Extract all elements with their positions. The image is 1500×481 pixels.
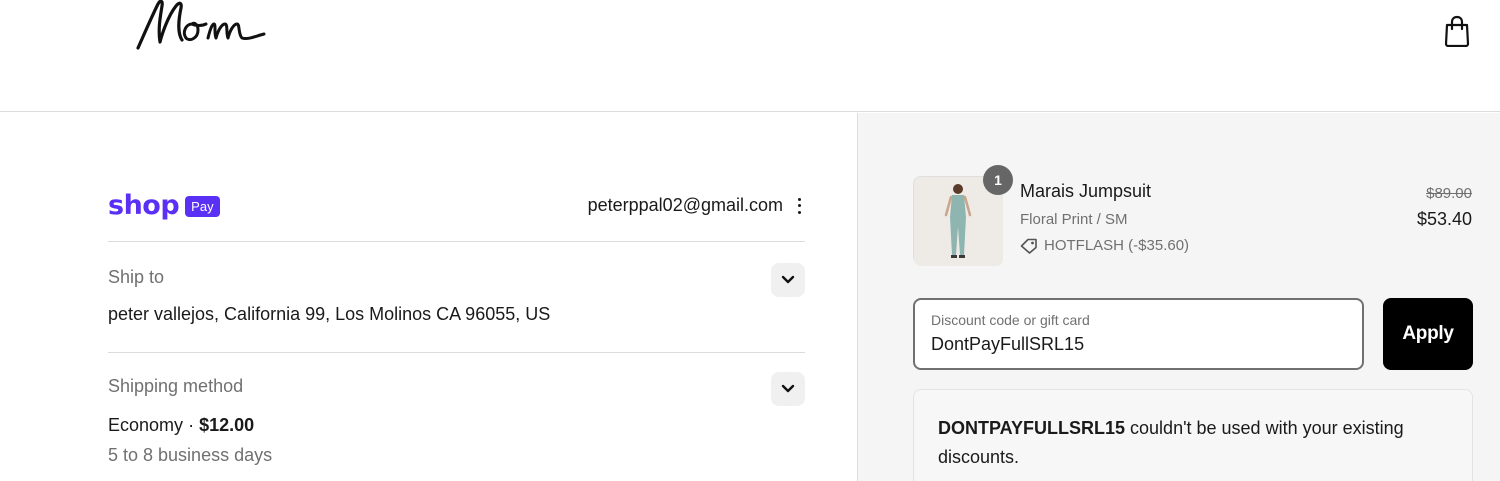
cart-button[interactable]: [1438, 12, 1476, 50]
logo-signature: [136, 0, 266, 50]
shop-pay-logo: shop Pay: [108, 191, 220, 221]
ship-to-address: peter vallejos, California 99, Los Molin…: [108, 304, 551, 324]
shop-pay-wordmark: shop: [108, 190, 180, 221]
shipping-method-separator: ·: [188, 415, 195, 435]
divider: [108, 352, 805, 353]
store-logo[interactable]: [130, 0, 270, 54]
quantity-badge: 1: [983, 165, 1013, 195]
chevron-down-icon: [781, 384, 795, 393]
discount-code-placeholder: Discount code or gift card: [931, 312, 1090, 328]
kebab-menu-icon[interactable]: [793, 196, 805, 216]
shipping-method-toggle-button[interactable]: [771, 372, 805, 406]
shipping-method-label: Shipping method: [108, 376, 244, 396]
shipping-method-name: Economy: [108, 415, 184, 435]
product-discount-label: HOTFLASH (-$35.60): [1044, 237, 1190, 254]
ship-to-toggle-button[interactable]: [771, 263, 805, 297]
discount-error-message: DONTPAYFULLSRL15 couldn't be used with y…: [913, 389, 1473, 481]
product-variant: Floral Print / SM: [1020, 211, 1128, 228]
discount-code-input[interactable]: Discount code or gift card DontPayFullSR…: [913, 298, 1364, 370]
chevron-down-icon: [781, 275, 795, 284]
apply-discount-button[interactable]: Apply: [1383, 298, 1473, 370]
discount-code-value: DontPayFullSRL15: [931, 334, 1085, 354]
tag-icon: [1020, 238, 1037, 254]
product-original-price: $89.00: [1426, 185, 1472, 202]
shopping-bag-icon: [1444, 15, 1470, 47]
product-final-price: $53.40: [1416, 209, 1472, 229]
product-thumbnail: 1: [913, 165, 1013, 266]
shop-pay-badge: Pay: [185, 195, 220, 217]
divider: [108, 241, 805, 242]
shipping-delivery-estimate: 5 to 8 business days: [108, 445, 273, 465]
shipping-method-summary: Economy · $12.00: [108, 415, 254, 436]
shipping-method-price: $12.00: [199, 415, 255, 435]
site-header: [0, 0, 1500, 112]
checkout-main: shop Pay peterppal02@gmail.com Ship to p…: [0, 113, 857, 481]
product-name: Marais Jumpsuit: [1020, 181, 1152, 201]
discount-error-code: DONTPAYFULLSRL15: [938, 418, 1126, 438]
account-info: peterppal02@gmail.com: [588, 195, 805, 216]
product-discount: HOTFLASH (-$35.60): [1020, 237, 1189, 254]
account-email: peterppal02@gmail.com: [587, 195, 783, 215]
order-summary: 1 Marais Jumpsuit Floral Print / SM HOTF…: [857, 113, 1500, 481]
ship-to-label: Ship to: [108, 267, 165, 287]
